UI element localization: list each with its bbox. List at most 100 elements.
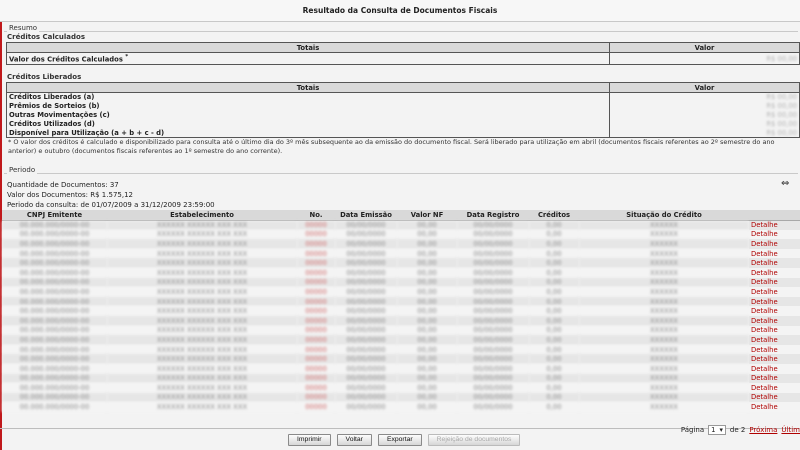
obscured-cell: 00,00 <box>397 248 457 259</box>
obscured-cell: 0,00 <box>529 383 579 393</box>
obscured-cell: 00.000.000/0000-00 <box>2 363 107 374</box>
premios-sorteios-row: Prêmios de Sorteios (b) <box>6 101 610 111</box>
obscured-cell: 00000 <box>297 335 335 345</box>
creditos-liberados-value: R$ 00,00 <box>609 92 800 102</box>
obscured-cell: 0,00 <box>529 335 579 345</box>
next-page-link[interactable]: Próxima <box>749 426 777 434</box>
obscured-cell: 00/00/0000 <box>335 373 397 384</box>
obscured-cell: XXXXXX <box>579 325 749 336</box>
obscured-cell: 0,00 <box>529 344 579 355</box>
detalhe-link[interactable]: Detalhe <box>749 392 800 403</box>
detalhe-link[interactable]: Detalhe <box>749 354 800 364</box>
rejeicao-documentos-button[interactable]: Rejeição de documentos <box>427 434 521 446</box>
obscured-cell: 00000 <box>297 325 335 336</box>
col-creditos[interactable]: Créditos <box>529 210 579 221</box>
obscured-cell: XXXXXX XXXXXX XXX XXX <box>107 277 297 288</box>
table-row: 00.000.000/0000-00 XXXXXX XXXXXX XXX XXX 0… <box>2 220 800 230</box>
obscured-cell: 00.000.000/0000-00 <box>2 258 107 268</box>
obscured-cell: 00/00/0000 <box>457 287 529 297</box>
obscured-cell: 00/00/0000 <box>457 220 529 230</box>
obscured-cell: 00,00 <box>397 383 457 393</box>
detalhe-link[interactable]: Detalhe <box>749 306 800 316</box>
obscured-cell: XXXXXX XXXXXX XXX XXX <box>107 287 297 297</box>
detalhe-link[interactable]: Detalhe <box>749 325 800 336</box>
last-page-link[interactable]: Últim <box>781 426 800 434</box>
col-totais: Totais <box>6 82 610 93</box>
obscured-cell: 00/00/0000 <box>335 363 397 374</box>
table-row: 00.000.000/0000-00 XXXXXX XXXXXX XXX XXX 0… <box>2 248 800 259</box>
obscured-cell: 00,00 <box>397 287 457 297</box>
obscured-cell: 00/00/0000 <box>457 267 529 278</box>
col-estabelecimento[interactable]: Estabelecimento <box>107 210 297 221</box>
detalhe-link[interactable]: Detalhe <box>749 229 800 240</box>
obscured-cell: 00,00 <box>397 306 457 316</box>
obscured-cell: 0,00 <box>529 296 579 307</box>
voltar-button[interactable]: Voltar <box>336 434 372 446</box>
obscured-cell: XXXXXX <box>579 335 749 345</box>
detalhe-link[interactable]: Detalhe <box>749 344 800 355</box>
col-valor-nf[interactable]: Valor NF <box>397 210 457 221</box>
obscured-cell: 00/00/0000 <box>335 220 397 230</box>
obscured-cell: XXXXXX XXXXXX XXX XXX <box>107 248 297 259</box>
obscured-cell: 00,00 <box>397 315 457 326</box>
obscured-cell: 00/00/0000 <box>457 277 529 288</box>
page-select[interactable]: 1 ▾ <box>708 425 726 435</box>
col-numero[interactable]: No. <box>297 210 335 221</box>
obscured-cell: 00000 <box>297 383 335 393</box>
table-row: 00.000.000/0000-00 XXXXXX XXXXXX XXX XXX 0… <box>2 239 800 249</box>
detalhe-link[interactable]: Detalhe <box>749 296 800 307</box>
obscured-cell: XXXXXX XXXXXX XXX XXX <box>107 315 297 326</box>
obscured-cell: XXXXXX <box>579 267 749 278</box>
col-cnpj-emitente[interactable]: CNPJ Emitente <box>2 210 107 221</box>
obscured-cell: XXXXXX <box>579 402 749 412</box>
imprimir-button[interactable]: Imprimir <box>288 434 331 446</box>
detalhe-link[interactable]: Detalhe <box>749 239 800 249</box>
detalhe-link[interactable]: Detalhe <box>749 383 800 393</box>
obscured-cell: 00/00/0000 <box>335 392 397 403</box>
obscured-cell: 00000 <box>297 363 335 374</box>
obscured-cell: 00000 <box>297 248 335 259</box>
obscured-cell: 00,00 <box>397 296 457 307</box>
detalhe-link[interactable]: Detalhe <box>749 363 800 374</box>
obscured-cell: 00/00/0000 <box>457 363 529 374</box>
detalhe-link[interactable]: Detalhe <box>749 277 800 288</box>
obscured-cell: XXXXXX <box>579 248 749 259</box>
detalhe-link[interactable]: Detalhe <box>749 373 800 384</box>
obscured-cell: XXXXXX XXXXXX XXX XXX <box>107 335 297 345</box>
col-acao <box>749 210 800 221</box>
col-data-registro[interactable]: Data Registro <box>457 210 529 221</box>
obscured-cell: 00000 <box>297 373 335 384</box>
table-row: 00.000.000/0000-00 XXXXXX XXXXXX XXX XXX 0… <box>2 258 800 268</box>
obscured-cell: 00.000.000/0000-00 <box>2 354 107 364</box>
obscured-cell: 00000 <box>297 239 335 249</box>
obscured-cell: 00/00/0000 <box>335 296 397 307</box>
detalhe-link[interactable]: Detalhe <box>749 287 800 297</box>
detalhe-link[interactable]: Detalhe <box>749 335 800 345</box>
detalhe-link[interactable]: Detalhe <box>749 258 800 268</box>
obscured-cell: 00.000.000/0000-00 <box>2 248 107 259</box>
col-situacao-credito[interactable]: Situação do Crédito <box>579 210 749 221</box>
detalhe-link[interactable]: Detalhe <box>749 267 800 278</box>
detalhe-link[interactable]: Detalhe <box>749 402 800 412</box>
obscured-cell: XXXXXX <box>579 306 749 316</box>
obscured-cell: XXXXXX <box>579 229 749 240</box>
col-data-emissao[interactable]: Data Emissão <box>335 210 397 221</box>
obscured-cell: 00/00/0000 <box>335 229 397 240</box>
obscured-cell: XXXXXX <box>579 277 749 288</box>
obscured-cell: XXXXXX XXXXXX XXX XXX <box>107 296 297 307</box>
obscured-cell: 00.000.000/0000-00 <box>2 287 107 297</box>
obscured-cell: 00/00/0000 <box>457 296 529 307</box>
detalhe-link[interactable]: Detalhe <box>749 220 800 230</box>
detalhe-link[interactable]: Detalhe <box>749 315 800 326</box>
exportar-button[interactable]: Exportar <box>377 434 422 446</box>
valor-documentos: Valor dos Documentos: R$ 1.575,12 <box>7 191 133 199</box>
obscured-cell: 00.000.000/0000-00 <box>2 392 107 403</box>
obscured-cell: 0,00 <box>529 363 579 374</box>
page-title: Resultado da Consulta de Documentos Fisc… <box>0 0 800 22</box>
table-row: 00.000.000/0000-00 XXXXXX XXXXXX XXX XXX 0… <box>2 335 800 345</box>
detalhe-link[interactable]: Detalhe <box>749 248 800 259</box>
page-label: Página <box>680 426 705 434</box>
table-row: 00.000.000/0000-00 XXXXXX XXXXXX XXX XXX 0… <box>2 325 800 336</box>
obscured-cell: 00000 <box>297 306 335 316</box>
obscured-cell: 0,00 <box>529 277 579 288</box>
